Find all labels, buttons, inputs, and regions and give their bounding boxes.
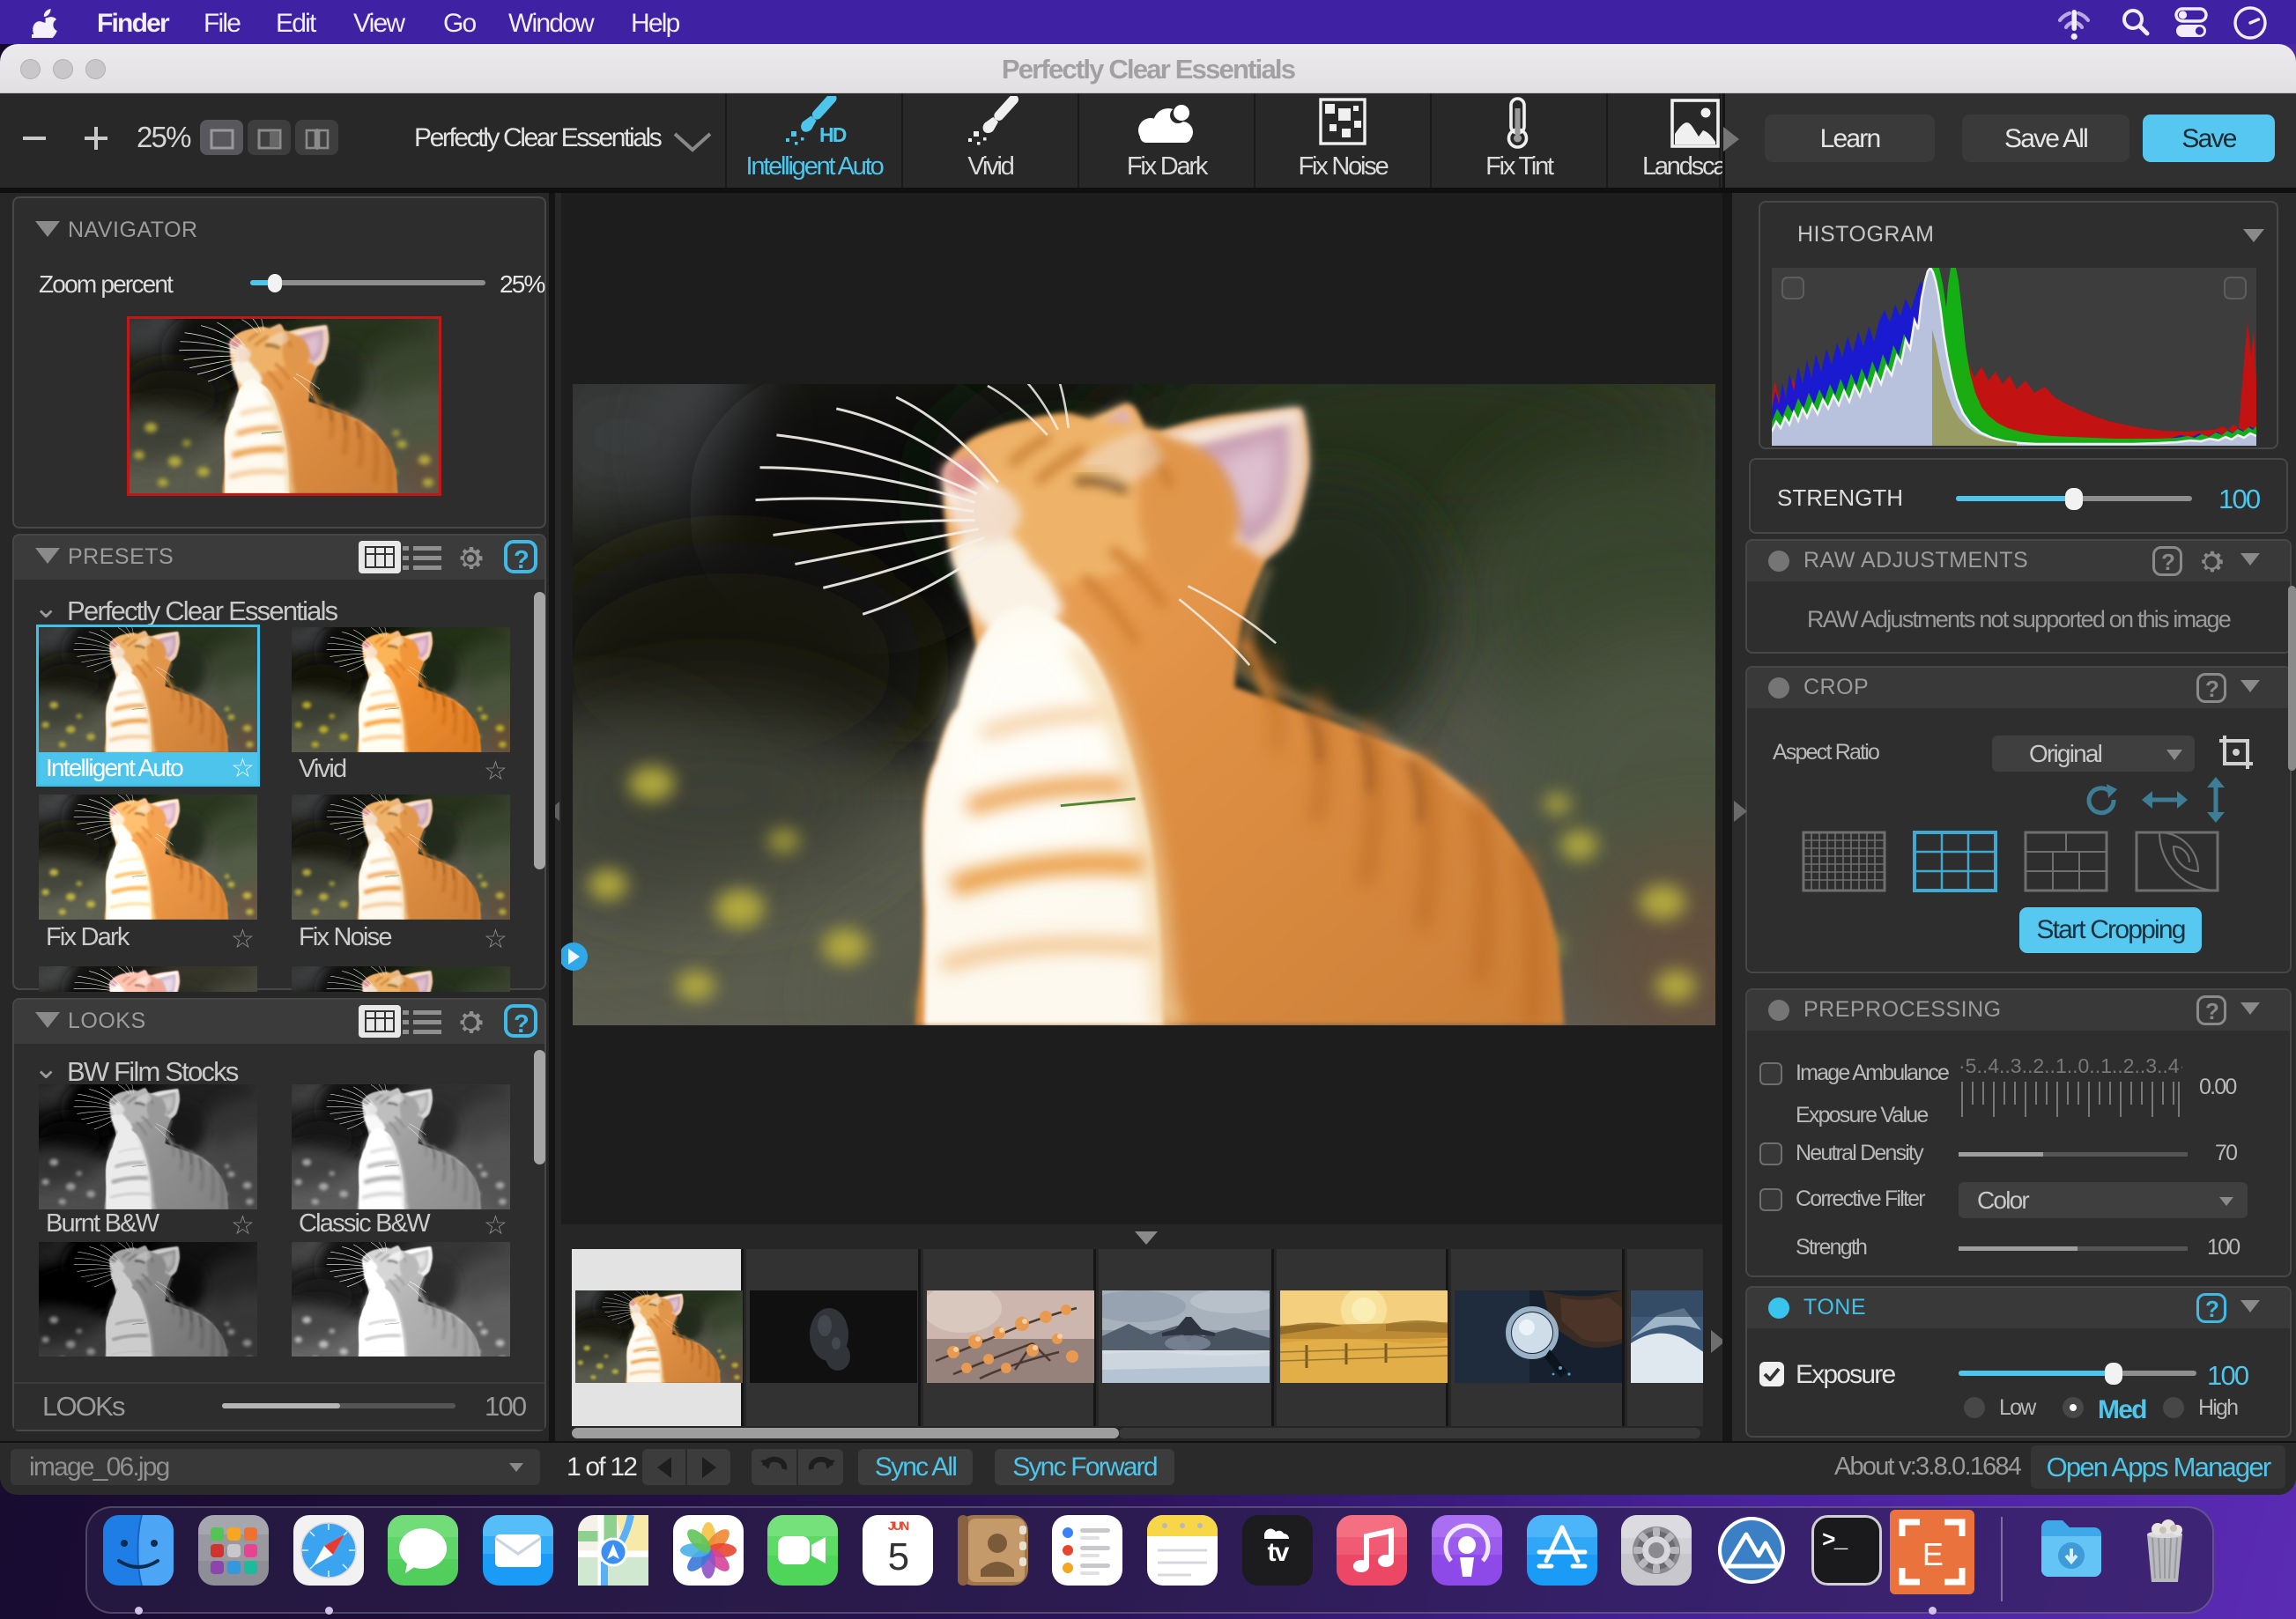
svg-text:>_: >_ xyxy=(1822,1527,1848,1554)
svg-text:JUN: JUN xyxy=(888,1519,909,1533)
svg-text:5: 5 xyxy=(888,1535,908,1578)
svg-text:·5..4..3..2..1..0..1..2..3..4·: ·5..4..3..2..1..0..1..2..3..4·.5 xyxy=(1959,1054,2182,1077)
svg-text:HD: HD xyxy=(819,123,847,146)
svg-text:E: E xyxy=(1922,1536,1943,1572)
svg-text:tv: tv xyxy=(1267,1538,1289,1567)
